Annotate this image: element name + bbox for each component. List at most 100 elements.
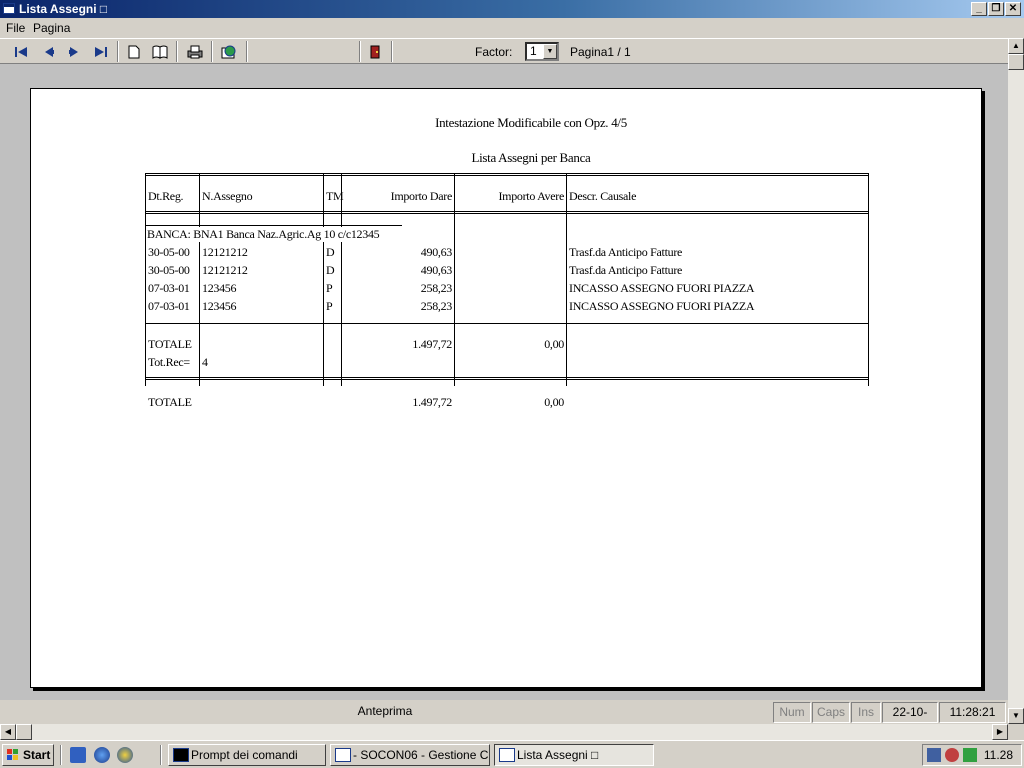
tot-rec-value: 4	[202, 355, 208, 369]
column-rule	[454, 173, 455, 386]
rule	[145, 173, 869, 177]
restore-button[interactable]: ❐	[988, 2, 1004, 16]
table-row-2-importo-dare: 490,63	[420, 263, 453, 277]
table-row-2-descr: Trasf.da Anticipo Fatture	[569, 263, 683, 277]
toolbar-separator	[246, 41, 248, 62]
status-text: Anteprima	[357, 704, 413, 718]
task-lista-assegni[interactable]: Lista Assegni □	[494, 744, 654, 766]
grand-total-importo-avere: 0,00	[544, 395, 564, 409]
toolbar-separator	[176, 41, 178, 62]
internet-explorer-icon[interactable]	[94, 747, 110, 763]
grand-total-importo-dare: 1.497,72	[412, 395, 452, 409]
task-socon06[interactable]: - SOCON06 - Gestione C...	[330, 744, 490, 766]
report-table: Dt.Reg. N.Assegno TM Importo Dare Import…	[145, 173, 869, 386]
table-row-4-dt-reg: 07-03-01	[148, 299, 190, 313]
next-page-icon[interactable]	[63, 41, 85, 62]
table-row-2-tm: D	[326, 263, 335, 277]
scroll-down-icon[interactable]: ▼	[1008, 708, 1024, 724]
prev-page-icon[interactable]	[38, 41, 60, 62]
print-icon[interactable]	[184, 41, 206, 62]
status-date: 22-10-2015	[882, 702, 938, 723]
toolbar-separator	[117, 41, 119, 62]
close-button[interactable]: ✕	[1005, 2, 1021, 16]
table-row-1-descr: Trasf.da Anticipo Fatture	[569, 245, 683, 259]
menu-bar: File Pagina	[0, 18, 1024, 38]
tot-rec-label: Tot.Rec=	[148, 355, 190, 369]
status-time: 11:28:21	[939, 702, 1006, 723]
rule	[145, 225, 402, 226]
table-row-3-descr: INCASSO ASSEGNO FUORI PIAZZA	[569, 281, 755, 295]
col-header-importo-avere: Importo Avere	[498, 189, 564, 203]
taskbar-separator	[160, 745, 162, 765]
table-row-1-importo-dare: 490,63	[420, 245, 453, 259]
horizontal-scrollbar[interactable]: ◀ ▶	[0, 724, 1008, 740]
rule	[145, 323, 869, 324]
grand-total-label: TOTALE	[148, 395, 192, 409]
scroll-thumb[interactable]	[16, 724, 32, 740]
start-button[interactable]: Start	[2, 744, 54, 766]
task-prompt[interactable]: Prompt dei comandi	[168, 744, 326, 766]
taskbar-separator	[60, 745, 62, 765]
task-label: Prompt dei comandi	[191, 748, 298, 762]
taskbar: Start Prompt dei comandi - SOCON06 - Ges…	[0, 740, 1024, 768]
column-rule	[199, 173, 200, 386]
system-tray: 11.28	[922, 744, 1022, 766]
cmd-icon	[173, 748, 189, 762]
window-icon	[499, 748, 515, 762]
rule	[145, 211, 869, 215]
export-icon[interactable]	[218, 41, 240, 62]
toolbar: Factor: 1 ▼ Pagina1 / 1	[0, 38, 1008, 64]
one-page-icon[interactable]	[123, 41, 145, 62]
status-bar: Anteprima Num Caps Ins 22-10-2015 11:28:…	[0, 700, 1008, 724]
menu-pagina[interactable]: Pagina	[33, 21, 70, 35]
table-row-1-dt-reg: 30-05-00	[148, 245, 190, 259]
factor-select[interactable]: 1 ▼	[525, 42, 559, 61]
title-bar[interactable]: Lista Assegni □ _ ❐ ✕	[0, 0, 1024, 18]
last-page-icon[interactable]	[90, 41, 112, 62]
subtotal-importo-avere: 0,00	[544, 337, 564, 351]
scroll-up-icon[interactable]: ▲	[1008, 38, 1024, 54]
clock[interactable]: 11.28	[984, 748, 1013, 762]
table-row-3-tm: P	[326, 281, 333, 295]
table-row-4-n-assegno: 123456	[202, 299, 237, 313]
desktop-icon[interactable]	[70, 747, 86, 763]
start-label: Start	[23, 748, 51, 762]
column-rule	[566, 173, 567, 386]
table-row-3-importo-dare: 258,23	[420, 281, 453, 295]
status-caps: Caps	[812, 702, 850, 723]
minimize-button[interactable]: _	[971, 2, 987, 16]
table-row-4-descr: INCASSO ASSEGNO FUORI PIAZZA	[569, 299, 755, 313]
menu-file[interactable]: File	[6, 21, 25, 35]
update-icon[interactable]	[963, 748, 977, 762]
report-header-subtitle: Lista Assegni per Banca	[471, 150, 591, 165]
window-icon	[335, 748, 351, 762]
status-num: Num	[773, 702, 811, 723]
col-header-descr-causale: Descr. Causale	[569, 189, 637, 203]
table-row-2-n-assegno: 12121212	[202, 263, 248, 277]
window-icon[interactable]	[3, 3, 15, 14]
table-row-3-n-assegno: 123456	[202, 281, 237, 295]
vertical-scrollbar[interactable]: ▲ ▼	[1008, 38, 1024, 724]
scroll-right-icon[interactable]: ▶	[992, 724, 1008, 740]
scroll-left-icon[interactable]: ◀	[0, 724, 16, 740]
report-header-title: Intestazione Modificabile con Opz. 4/5	[435, 115, 627, 130]
scroll-thumb[interactable]	[1008, 54, 1024, 70]
col-header-tm: TM	[326, 189, 344, 203]
window-title: Lista Assegni □	[19, 2, 108, 16]
exit-icon[interactable]	[364, 41, 386, 62]
security-icon[interactable]	[945, 748, 959, 762]
preview-area[interactable]: Intestazione Modificabile con Opz. 4/5 L…	[0, 64, 1008, 700]
two-pages-icon[interactable]	[149, 41, 171, 62]
network-icon[interactable]	[927, 748, 941, 762]
chevron-down-icon[interactable]: ▼	[543, 44, 557, 59]
factor-value: 1	[530, 44, 537, 58]
first-page-icon[interactable]	[10, 41, 32, 62]
status-ins: Ins	[851, 702, 881, 723]
table-row-4-tm: P	[326, 299, 333, 313]
table-row-4-importo-dare: 258,23	[420, 299, 453, 313]
media-player-icon[interactable]	[117, 747, 133, 763]
windows-logo-icon	[7, 749, 19, 761]
table-row-1-n-assegno: 12121212	[202, 245, 248, 259]
page-indicator: Pagina1 / 1	[570, 45, 631, 59]
col-header-importo-dare: Importo Dare	[390, 189, 453, 203]
